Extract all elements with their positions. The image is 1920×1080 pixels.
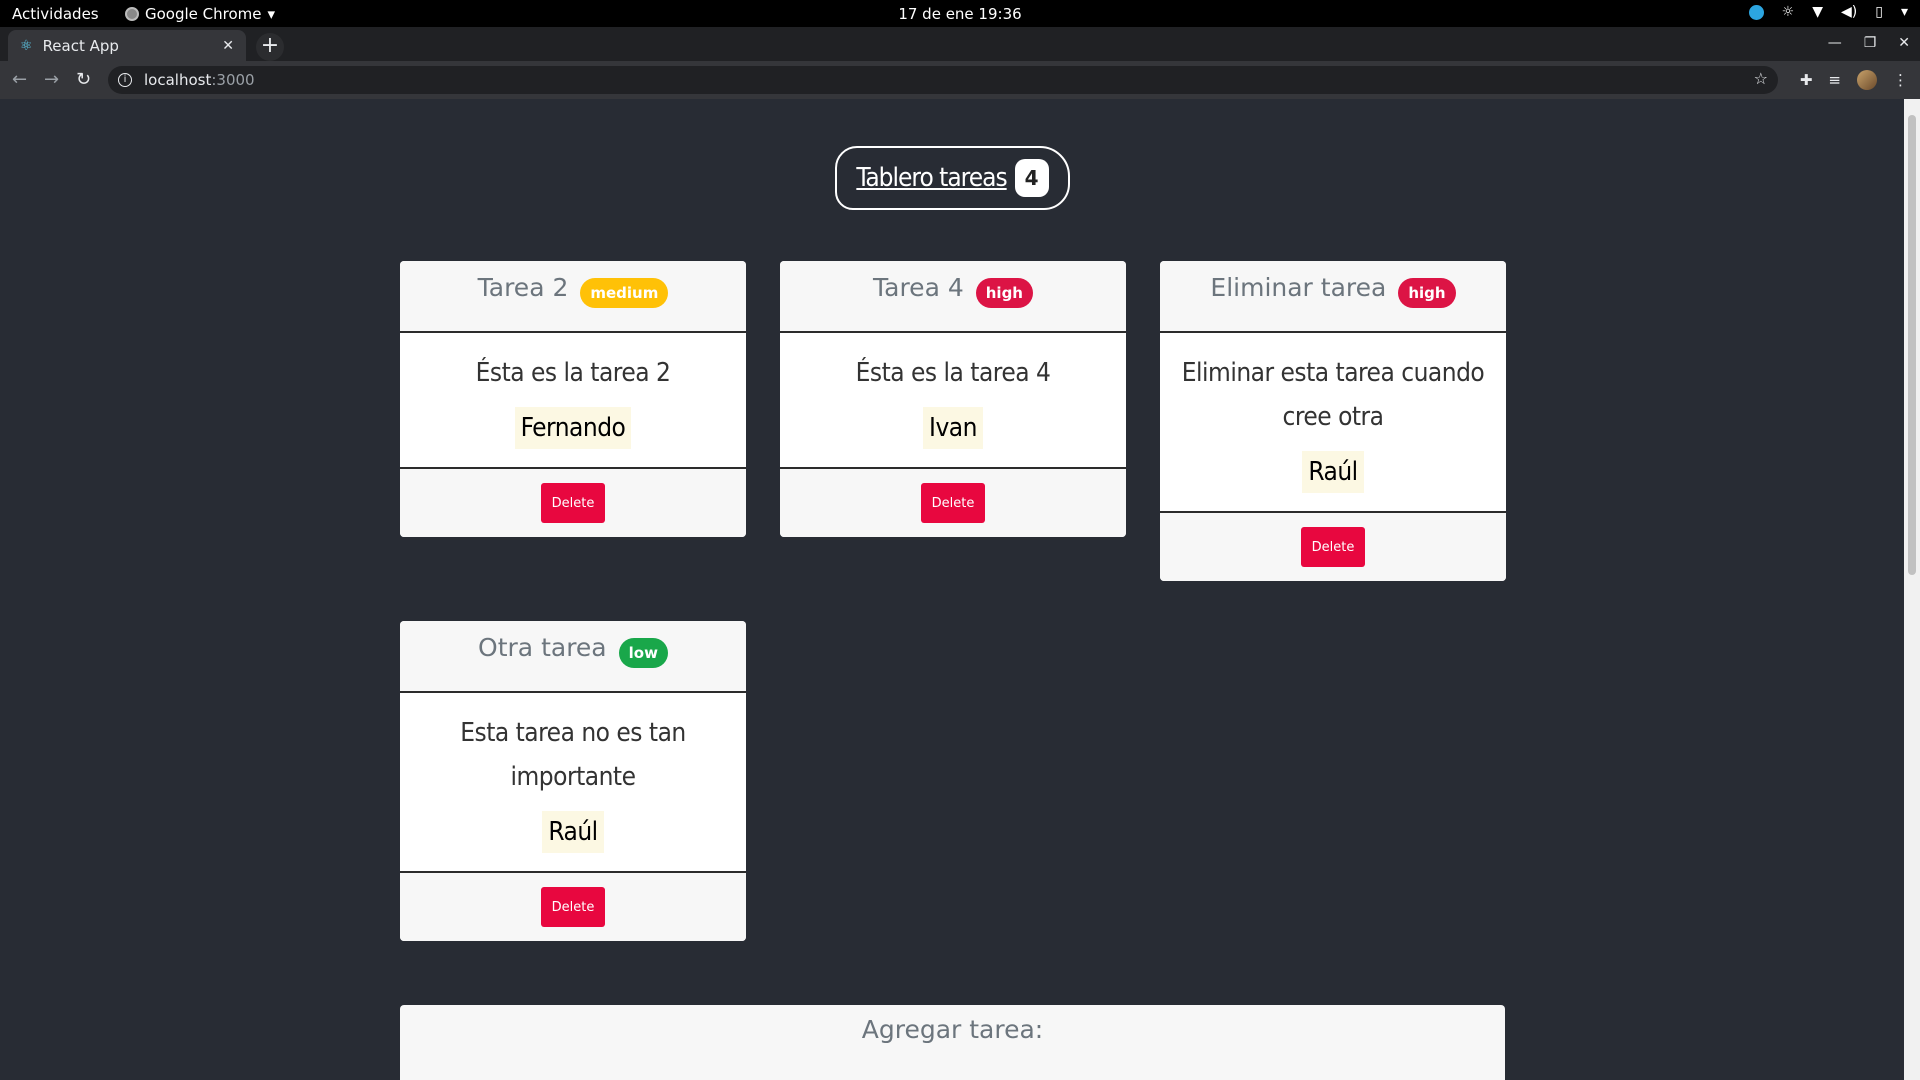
card-body: Ésta es la tarea 4 Ivan	[780, 333, 1126, 467]
restore-icon[interactable]: ❐	[1864, 35, 1877, 51]
system-tray[interactable]: ☼ ▼ ◀) ▯ ▾	[1748, 4, 1908, 20]
delete-button[interactable]: Delete	[1301, 527, 1365, 567]
battery-icon: ▯	[1875, 4, 1883, 20]
browser-toolbar: ← → ↻ i localhost:3000 ☆ ✚ ≡ ⋮	[0, 61, 1920, 99]
system-top-bar: Actividades Google Chrome ▾ 17 de ene 19…	[0, 0, 1920, 27]
profile-avatar[interactable]	[1857, 70, 1877, 90]
card-footer: Delete	[780, 467, 1126, 537]
card-description: Eliminar esta tarea cuando cree otra	[1181, 358, 1485, 432]
card-footer: Delete	[1160, 511, 1506, 581]
card-title: Tarea 2	[477, 273, 569, 302]
card-header: Tarea 2 medium	[400, 261, 746, 333]
card-footer: Delete	[400, 871, 746, 941]
card-header: Tarea 4 high	[780, 261, 1126, 333]
priority-badge: low	[618, 638, 668, 668]
tab-strip: ⚛ React App ✕ + — ❐ ✕	[0, 27, 1920, 61]
minimize-icon[interactable]: —	[1828, 35, 1842, 51]
scrollbar-thumb[interactable]	[1908, 115, 1916, 575]
kebab-menu-icon[interactable]: ⋮	[1893, 71, 1908, 89]
brightness-icon: ☼	[1781, 4, 1795, 20]
board-title: Tablero tareas	[856, 163, 1007, 193]
extensions-icon[interactable]: ✚	[1800, 71, 1813, 89]
task-count-badge: 4	[1014, 159, 1049, 197]
address-bar[interactable]: i localhost:3000 ☆	[108, 66, 1778, 94]
close-icon[interactable]: ✕	[222, 38, 234, 54]
card-responsible: Raúl	[542, 811, 604, 853]
media-control-icon[interactable]: ≡	[1828, 71, 1841, 89]
delete-button[interactable]: Delete	[541, 887, 605, 927]
url-port: :3000	[211, 71, 255, 89]
page-content: Tablero tareas 4 Tarea 2 medium Ésta es …	[0, 99, 1904, 1080]
delete-button[interactable]: Delete	[541, 483, 605, 523]
tab-title: React App	[42, 36, 119, 55]
add-task-form: Agregar tarea:	[400, 1005, 1505, 1080]
new-tab-button[interactable]: +	[256, 33, 284, 61]
task-card: Tarea 4 high Ésta es la tarea 4 Ivan Del…	[780, 261, 1126, 537]
react-icon: ⚛	[20, 37, 33, 54]
board-header: Tablero tareas 4	[835, 146, 1070, 210]
card-header: Otra tarea low	[400, 621, 746, 693]
card-description: Ésta es la tarea 4	[855, 358, 1051, 388]
card-responsible: Raúl	[1302, 451, 1364, 493]
card-footer: Delete	[400, 467, 746, 537]
tab-react-app[interactable]: ⚛ React App ✕	[8, 30, 246, 61]
card-description: Ésta es la tarea 2	[475, 358, 671, 388]
card-header: Eliminar tarea high	[1160, 261, 1506, 333]
url-host: localhost	[144, 71, 212, 89]
card-description: Esta tarea no es tan importante	[460, 718, 686, 792]
card-responsible: Fernando	[514, 407, 632, 449]
task-card: Eliminar tarea high Eliminar esta tarea …	[1160, 261, 1506, 581]
toolbar-actions: ✚ ≡ ⋮	[1800, 70, 1908, 90]
card-body: Ésta es la tarea 2 Fernando	[400, 333, 746, 467]
priority-badge: medium	[580, 278, 669, 308]
add-task-title: Agregar tarea:	[861, 1015, 1044, 1044]
bookmark-star-icon[interactable]: ☆	[1754, 69, 1768, 88]
card-title: Eliminar tarea	[1210, 273, 1387, 302]
card-body: Eliminar esta tarea cuando cree otra Raú…	[1160, 333, 1506, 511]
priority-badge: high	[975, 278, 1033, 308]
task-card: Otra tarea low Esta tarea no es tan impo…	[400, 621, 746, 941]
delete-button[interactable]: Delete	[921, 483, 985, 523]
priority-badge: high	[1398, 278, 1456, 308]
page-scrollbar[interactable]	[1904, 99, 1920, 1080]
card-title: Tarea 4	[873, 273, 964, 302]
close-window-icon[interactable]: ✕	[1898, 35, 1910, 51]
back-icon[interactable]: ←	[12, 69, 27, 90]
card-body: Esta tarea no es tan importante Raúl	[400, 693, 746, 871]
card-responsible: Ivan	[923, 407, 983, 449]
task-card: Tarea 2 medium Ésta es la tarea 2 Fernan…	[400, 261, 746, 537]
card-title: Otra tarea	[478, 633, 607, 662]
volume-icon: ◀)	[1841, 4, 1858, 20]
clock[interactable]: 17 de ene 19:36	[0, 5, 1920, 23]
wifi-icon: ▼	[1812, 4, 1824, 20]
window-controls: — ❐ ✕	[1828, 35, 1910, 51]
reload-icon[interactable]: ↻	[76, 69, 91, 90]
chevron-down-icon: ▾	[1900, 4, 1908, 20]
telegram-icon[interactable]	[1748, 4, 1764, 20]
info-icon[interactable]: i	[118, 73, 132, 87]
forward-icon[interactable]: →	[44, 69, 59, 90]
